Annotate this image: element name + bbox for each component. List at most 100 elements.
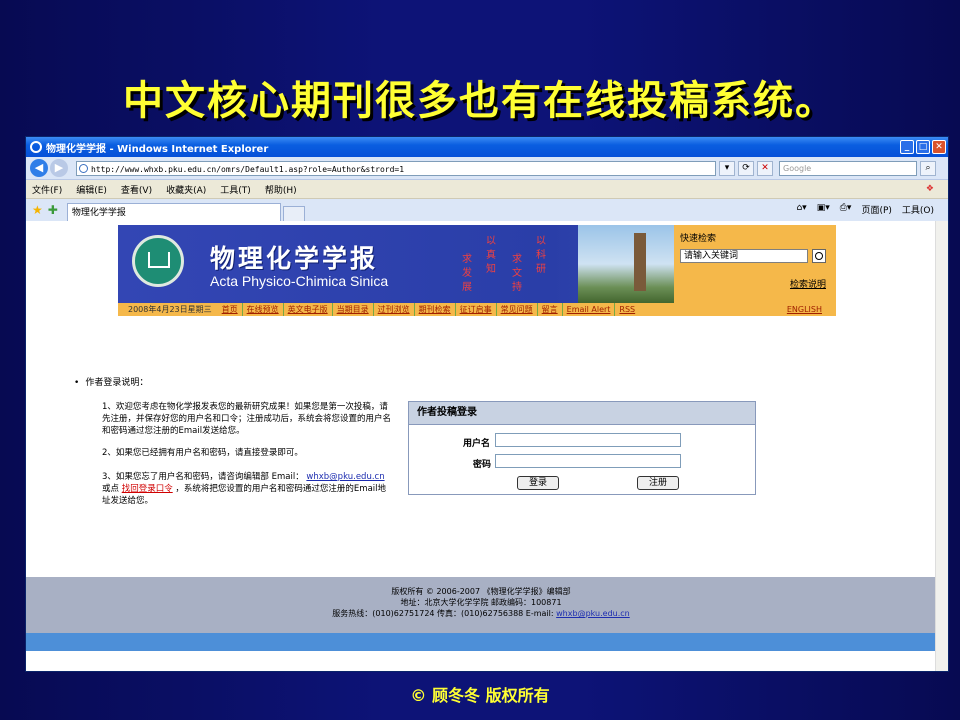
slide-copyright: © 顾冬冬 版权所有 [410,686,550,705]
maximize-icon[interactable]: □ [916,140,930,154]
minimize-icon[interactable]: _ [900,140,914,154]
tab-journal[interactable]: 物理化学学报 [66,203,281,221]
username-label: 用户名 [463,439,491,449]
pagoda-photo [578,225,674,303]
search-help-link[interactable]: 检索说明 [790,277,826,290]
nav-home[interactable]: 首页 [218,303,242,316]
journal-title-en: Acta Physico-Chimica Sinica [210,273,389,289]
register-button[interactable]: 注册 [637,476,679,490]
new-tab-button[interactable] [282,206,305,221]
nav-online-preview[interactable]: 在线预览 [241,303,283,316]
footer-contact-text: 服务热线：(010)62751724 传真：(010)62756388 E-ma… [332,609,554,618]
motto-char: 发 [462,268,472,279]
motto-char: 知 [486,264,496,275]
menu-favorites[interactable]: 收藏夹(A) [166,183,206,196]
instruction-1: 1、欢迎您考虑在物化学报发表您的最新研究成果！如果您是第一次投稿，请先注册，并保… [102,402,392,436]
instruction-3: 3、如果您忘了用户名和密码，请咨询编辑部 Email： whxb@pku.edu… [102,471,392,507]
page-content: 物理化学学报 Acta Physico-Chimica Sinica 以 以 求… [26,221,948,671]
instruction-3-text-b: 或点 [102,484,122,494]
window-title: 物理化学学报 - Windows Internet Explorer [46,143,269,155]
username-input[interactable] [495,433,681,447]
instruction-3-text-a: 3、如果您忘了用户名和密码，请咨询编辑部 Email： [102,472,304,482]
author-login-panel: 作者投稿登录 用户名 密码 登录 注册 [408,401,756,495]
editor-email-link[interactable]: whxb@pku.edu.cn [306,472,384,482]
journal-nav: 2008年4月23日星期三 首页 在线预览 英文电子版 当期目录 过刊浏览 期刊… [118,303,836,316]
nav-back-issues[interactable]: 过刊浏览 [372,303,414,316]
page-menu[interactable]: 页面(P) [861,203,891,216]
menu-edit[interactable]: 编辑(E) [76,183,107,196]
page-footer: 版权所有 © 2006-2007 《物理化学学报》编辑部 地址：北京大学化学学院… [26,577,936,633]
refresh-icon[interactable]: ⟳ [738,160,754,176]
nav-message[interactable]: 留言 [536,303,562,316]
feeds-icon[interactable]: ▣▾ [817,203,830,216]
nav-subscription[interactable]: 征订启事 [454,303,496,316]
windows-flag-icon: ❖ [925,184,934,194]
footer-email-link[interactable]: whxb@pku.edu.cn [556,609,630,618]
nav-email-alert[interactable]: Email Alert [561,303,615,316]
motto-char: 以 [486,236,496,247]
menu-bar: 文件(F) 编辑(E) 查看(V) 收藏夹(A) 工具(T) 帮助(H) ❖ [26,180,948,199]
footer-copyright: 版权所有 © 2006-2007 《物理化学学报》编辑部 [391,587,571,596]
page-icon [79,163,88,173]
login-button[interactable]: 登录 [517,476,559,490]
motto-char: 研 [536,264,546,275]
password-input[interactable] [495,454,681,468]
url-text: http://www.whxb.pku.edu.cn/omrs/Default1… [91,164,405,174]
search-input[interactable]: Google [779,160,917,176]
stop-icon[interactable]: ✕ [757,160,773,176]
home-icon[interactable]: ⌂▾ [796,203,806,216]
window-titlebar[interactable]: 物理化学学报 - Windows Internet Explorer _ □ ✕ [26,137,948,157]
nav-rss[interactable]: RSS [614,303,639,316]
address-bar: ◀ ▶ http://www.whxb.pku.edu.cn/omrs/Defa… [26,157,948,180]
tab-bar: ★ ✚ 物理化学学报 ⌂▾ ▣▾ ⎙▾ 页面(P) 工具(O) [26,199,948,222]
password-label: 密码 [473,460,492,470]
tab-label: 物理化学学报 [71,208,126,218]
search-icon[interactable]: ⌕ [920,160,936,176]
close-icon[interactable]: ✕ [932,140,946,154]
current-date: 2008年4月23日星期三 [128,305,212,314]
menu-tools[interactable]: 工具(T) [220,183,251,196]
quick-search-title: 快速检索 [680,234,717,244]
journal-motto: 以 以 求 真 求 科 发 知 文 研 展 持 [458,235,558,295]
back-button[interactable]: ◀ [30,159,48,177]
journal-header: 物理化学学报 Acta Physico-Chimica Sinica 以 以 求… [118,225,836,303]
keyword-input[interactable]: 请输入关键词 [680,249,808,263]
menu-view[interactable]: 查看(V) [121,183,152,196]
forward-button[interactable]: ▶ [50,159,68,177]
menu-help[interactable]: 帮助(H) [265,183,297,196]
journal-title-cn: 物理化学学报 [210,244,379,273]
motto-char: 展 [462,282,472,293]
command-bar: ⌂▾ ▣▾ ⎙▾ 页面(P) 工具(O) [796,203,934,216]
motto-char: 求 [512,254,522,265]
nav-english[interactable]: ENGLISH [783,303,826,316]
slide-title: 中文核心期刊很多也有在线投稿系统。 [123,78,837,124]
motto-char: 真 [486,250,496,261]
url-input[interactable]: http://www.whxb.pku.edu.cn/omrs/Default1… [76,160,716,176]
search-icon[interactable] [812,249,826,263]
motto-char: 求 [462,254,472,265]
dropdown-icon[interactable]: ▾ [719,160,735,176]
add-favorites-icon[interactable]: ✚ [48,203,58,217]
tools-menu[interactable]: 工具(O) [902,203,934,216]
instruction-2: 2、如果您已经拥有用户名和密码，请直接登录即可。 [102,448,303,458]
motto-char: 文 [512,268,522,279]
menu-file[interactable]: 文件(F) [32,183,62,196]
motto-char: 持 [512,282,522,293]
print-icon[interactable]: ⎙▾ [840,203,852,216]
footer-bar [26,633,936,651]
favorites-star-icon[interactable]: ★ [32,203,43,217]
footer-contact: 服务热线：(010)62751724 传真：(010)62756388 E-ma… [26,608,936,619]
nav-search[interactable]: 期刊检索 [413,303,455,316]
instructions-title: 作者登录说明： [74,375,148,388]
motto-char: 以 [536,236,546,247]
ie-icon [30,141,42,153]
motto-char: 科 [536,250,546,261]
nav-current-issue[interactable]: 当期目录 [331,303,373,316]
nav-faq[interactable]: 常见问题 [495,303,537,316]
quick-search: 快速检索 请输入关键词 检索说明 [674,225,836,303]
journal-logo [132,235,184,287]
nav-english-edition[interactable]: 英文电子版 [282,303,332,316]
vertical-scrollbar[interactable] [935,221,948,671]
login-title: 作者投稿登录 [409,402,755,425]
recover-password-link[interactable]: 找回登录口令 [122,484,173,494]
